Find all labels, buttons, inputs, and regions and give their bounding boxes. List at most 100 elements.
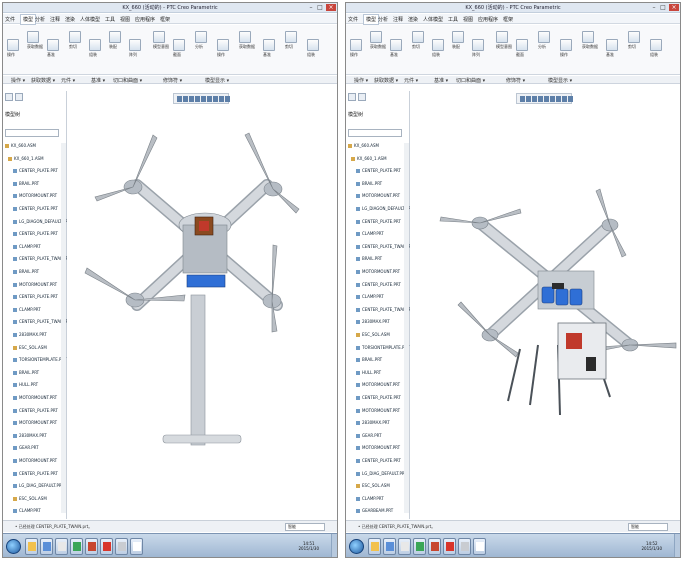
model-tree-tab-icon[interactable] <box>348 93 356 101</box>
ribbon-button[interactable]: 剪切 <box>412 31 424 50</box>
ribbon-button[interactable]: 获取数据 <box>27 31 43 50</box>
graphics-viewport[interactable] <box>67 105 337 519</box>
view-tool-icon[interactable] <box>526 96 531 102</box>
ribbon-group-label[interactable]: 获取数据 ▾ <box>374 77 398 84</box>
ribbon-button[interactable]: 截面 <box>516 39 528 58</box>
show-desktop-button[interactable] <box>331 534 337 557</box>
ribbon-button[interactable]: 操作 <box>217 39 229 58</box>
view-tool-icon[interactable] <box>195 96 200 102</box>
view-tool-icon[interactable] <box>207 96 212 102</box>
selection-filter[interactable]: 智能 <box>628 523 668 531</box>
ribbon-button[interactable]: 基准 <box>47 39 59 58</box>
ribbon-group-label[interactable]: 修饰符 ▾ <box>163 77 182 84</box>
menu-item[interactable]: 工具 <box>105 16 115 23</box>
selection-filter[interactable]: 智能 <box>285 523 325 531</box>
taskbar-app-icon[interactable] <box>428 538 441 555</box>
view-tool-icon[interactable] <box>201 96 206 102</box>
taskbar-app-icon[interactable] <box>70 538 83 555</box>
ribbon-group-label[interactable]: 元件 ▾ <box>61 77 75 84</box>
ribbon-button[interactable]: 装配 <box>109 31 121 50</box>
model-tree-item[interactable]: CENTER_PLATE.PRT <box>356 219 401 225</box>
model-tree-item[interactable]: MOTORMOUNT.PRT <box>356 408 400 414</box>
model-tree-item[interactable]: 2830MAX.PRT <box>356 420 390 426</box>
model-tree-item[interactable]: LG_DIAG_DEFAULT.PRT <box>13 483 64 489</box>
window-close-icon[interactable]: × <box>669 4 679 11</box>
model-tree-item[interactable]: HULL.PRT <box>13 382 38 388</box>
taskbar-app-icon[interactable] <box>100 538 113 555</box>
model-tree-item[interactable]: MOTORMOUNT.PRT <box>356 193 400 199</box>
menu-item[interactable]: 分析 <box>378 16 388 23</box>
model-tree-item[interactable]: CENTER_PLATE.PRT <box>356 282 401 288</box>
ribbon-group-label[interactable]: 元件 ▾ <box>404 77 418 84</box>
taskbar-app-icon[interactable] <box>40 538 53 555</box>
model-tree-item[interactable]: BRAIL.PRT <box>13 370 39 376</box>
view-tool-icon[interactable] <box>550 96 555 102</box>
ribbon-group-label[interactable]: 操作 ▾ <box>11 77 25 84</box>
model-tree-item[interactable]: KX_660.ASM <box>348 143 379 149</box>
model-tree-item[interactable]: MOTORMOUNT.PRT <box>13 282 57 288</box>
model-tree-item[interactable]: BRAIL.PRT <box>13 269 39 275</box>
view-tool-icon[interactable] <box>213 96 218 102</box>
view-tool-icon[interactable] <box>183 96 188 102</box>
model-tree-item[interactable]: BRAIL.PRT <box>356 256 382 262</box>
ribbon-button[interactable]: 组装 <box>89 39 101 58</box>
taskbar-app-icon[interactable] <box>473 538 486 555</box>
model-tree-item[interactable]: CENTER_PLATE.PRT <box>13 206 58 212</box>
start-orb-icon[interactable] <box>6 539 21 554</box>
folder-browser-tab-icon[interactable] <box>358 93 366 101</box>
taskbar-app-icon[interactable] <box>130 538 143 555</box>
model-tree-item[interactable]: CLAMP.PRT <box>13 508 41 514</box>
menu-item[interactable]: 模型 <box>363 14 380 25</box>
ribbon-button[interactable]: 获取数据 <box>239 31 255 50</box>
menu-item[interactable]: 模型 <box>20 14 37 25</box>
model-tree-item[interactable]: KX_660_1.ASM <box>8 156 44 162</box>
model-tree-item[interactable]: BRAIL.PRT <box>356 181 382 187</box>
view-tool-icon[interactable] <box>544 96 549 102</box>
taskbar-app-icon[interactable] <box>115 538 128 555</box>
menu-item[interactable]: 工具 <box>448 16 458 23</box>
model-tree-item[interactable]: MOTORMOUNT.PRT <box>356 269 400 275</box>
window-minimize-icon[interactable]: – <box>650 4 658 11</box>
model-tree-item[interactable]: 2830MAX.PRT <box>356 319 390 325</box>
ribbon-group-label[interactable]: 获取数据 ▾ <box>31 77 55 84</box>
model-tree-item[interactable]: GEAR.PRT <box>13 445 39 451</box>
ribbon-group-label[interactable]: 切口和曲面 ▾ <box>456 77 485 84</box>
ribbon-button[interactable]: 截面 <box>173 39 185 58</box>
view-tool-icon[interactable] <box>520 96 525 102</box>
view-tool-icon[interactable] <box>568 96 573 102</box>
menu-item[interactable]: 分析 <box>35 16 45 23</box>
model-tree-item[interactable]: MOTORMOUNT.PRT <box>13 395 57 401</box>
ribbon-button[interactable]: 阵列 <box>129 39 141 58</box>
taskbar-app-icon[interactable] <box>55 538 68 555</box>
ribbon-group-label[interactable]: 修饰符 ▾ <box>506 77 525 84</box>
menu-item[interactable]: 注释 <box>393 16 403 23</box>
ribbon-button[interactable]: 组装 <box>650 39 662 58</box>
taskbar-app-icon[interactable] <box>85 538 98 555</box>
menu-item[interactable]: 人体模型 <box>80 16 100 23</box>
model-tree-item[interactable]: MOTORMOUNT.PRT <box>356 445 400 451</box>
ribbon-button[interactable]: 组装 <box>432 39 444 58</box>
model-tree-item[interactable]: GEAR.PRT <box>356 433 382 439</box>
model-tree-item[interactable]: GEARBEAM.PRT <box>356 508 393 514</box>
ribbon-button[interactable]: 剪切 <box>69 31 81 50</box>
model-tree-item[interactable]: ESC_SOL.ASM <box>356 483 390 489</box>
menu-item[interactable]: 视图 <box>463 16 473 23</box>
graphics-viewport[interactable] <box>410 105 680 519</box>
model-tree-item[interactable]: CLAMP.PRT <box>13 307 41 313</box>
ribbon-button[interactable]: 获取数据 <box>370 31 386 50</box>
model-tree-item[interactable]: LG_DIAG_DEFAULT.PRT <box>356 471 407 477</box>
ribbon-group-label[interactable]: 模型显示 ▾ <box>205 77 229 84</box>
model-tree-item[interactable]: TORSIONTEMPLATE.PRT <box>356 345 409 351</box>
window-maximize-icon[interactable]: □ <box>659 4 667 11</box>
menu-item[interactable]: 框架 <box>160 16 170 23</box>
menu-item[interactable]: 文件 <box>348 16 358 23</box>
ribbon-button[interactable]: 基准 <box>390 39 402 58</box>
model-tree-search[interactable] <box>348 129 402 137</box>
view-tool-icon[interactable] <box>177 96 182 102</box>
model-tree-scrollbar[interactable] <box>404 143 409 513</box>
ribbon-button[interactable]: 操作 <box>560 39 572 58</box>
ribbon-button[interactable]: 基准 <box>606 39 618 58</box>
ribbon-button[interactable]: 操作 <box>7 39 19 58</box>
menu-item[interactable]: 人体模型 <box>423 16 443 23</box>
view-tool-icon[interactable] <box>532 96 537 102</box>
